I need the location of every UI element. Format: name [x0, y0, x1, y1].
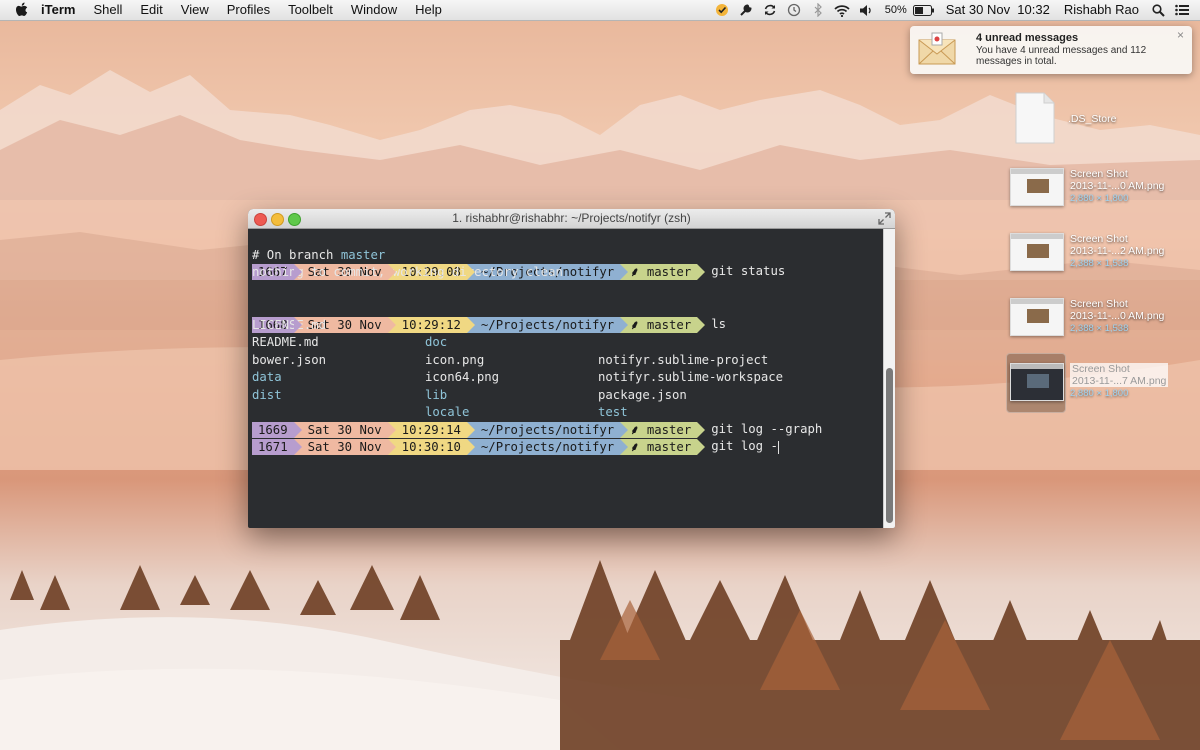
git-branch-icon: ⸙ [630, 440, 640, 454]
vertical-scrollbar[interactable] [883, 229, 895, 528]
desktop-file-screenshot-2[interactable]: Screen Shot 2013-11-...2 AM.png 2,388 × … [1010, 233, 1200, 293]
ls-entry: notifyr.sublime-workspace [598, 370, 784, 384]
desktop-file-name: Screen Shot 2013-11-...7 AM.png [1070, 363, 1169, 387]
bluetooth-icon[interactable] [810, 2, 826, 18]
close-icon[interactable]: × [1177, 28, 1184, 42]
desktop-file-dims: 2,880 × 1,800 [1070, 388, 1129, 399]
menu-view[interactable]: View [172, 0, 218, 20]
git-branch-icon: ⸙ [630, 317, 640, 332]
screenshot-thumbnail [1010, 298, 1064, 336]
wifi-icon[interactable] [834, 2, 850, 18]
desktop-file-name: Screen Shot 2013-11-...2 AM.png [1070, 233, 1165, 257]
command-text: git status [711, 264, 786, 279]
prompt-branch: ⸙ master [620, 264, 706, 280]
window-zoom-button[interactable] [288, 213, 301, 226]
sync-icon[interactable] [762, 2, 778, 18]
prompt-branch-name: master [646, 440, 692, 454]
wrench-icon[interactable] [738, 2, 754, 18]
prompt-date: Sat 30 Nov [293, 439, 396, 455]
notification-title: 4 unread messages [976, 32, 1079, 44]
spotlight-icon[interactable] [1150, 2, 1166, 18]
desktop-file-screenshot-1[interactable]: Screen Shot 2013-11-...0 AM.png 2,880 × … [1010, 168, 1200, 228]
text-cursor [777, 440, 779, 454]
notification-center-icon[interactable] [1174, 2, 1190, 18]
apple-icon[interactable] [12, 0, 32, 20]
document-icon [1015, 92, 1055, 144]
status-branch-name: master [340, 247, 386, 262]
prompt-history-number: 1671 [252, 439, 302, 455]
menu-shell[interactable]: Shell [84, 0, 131, 20]
prompt-line: 1667 Sat 30 Nov 10:29:08 ~/Projects/noti… [252, 229, 785, 280]
prompt-time: 10:30:10 [387, 439, 476, 455]
prompt-directory: ~/Projects/notifyr [466, 316, 629, 333]
menu-user[interactable]: Rishabh Rao [1057, 0, 1146, 20]
ls-entry: doc [425, 335, 448, 349]
screenshot-thumbnail [1010, 168, 1064, 206]
ls-row: dist locale [252, 369, 469, 420]
scrollbar-thumb[interactable] [886, 368, 893, 523]
prompt-directory: ~/Projects/notifyr [466, 439, 629, 455]
menu-clock[interactable]: Sat 30 Nov 10:32 [939, 0, 1057, 20]
active-prompt-line[interactable]: 1671 Sat 30 Nov 10:30:10 ~/Projects/noti… [252, 404, 779, 455]
ls-entry: icon.png [425, 352, 485, 367]
ls-row: LICENSE.md doc notifyr.sublime-project [252, 299, 768, 367]
battery-icon[interactable] [912, 2, 935, 18]
ls-row: data lib test [252, 352, 628, 419]
terminal-output[interactable]: 1667 Sat 30 Nov 10:29:08 ~/Projects/noti… [248, 229, 884, 528]
window-title: 1. rishabhr@rishabhr: ~/Projects/notifyr… [452, 211, 691, 225]
status-prefix: # On branch [252, 247, 341, 262]
prompt-branch-name: master [646, 317, 692, 332]
screenshot-thumbnail [1010, 233, 1064, 271]
menu-app-iterm[interactable]: iTerm [32, 0, 84, 20]
prompt-line: 1669 Sat 30 Nov 10:29:14 ~/Projects/noti… [252, 387, 822, 438]
fullscreen-icon[interactable] [878, 212, 891, 225]
screenshot-thumbnail [1010, 363, 1064, 401]
time-machine-icon[interactable] [786, 2, 802, 18]
menu-edit[interactable]: Edit [131, 0, 171, 20]
prompt-branch: ⸙ master [620, 439, 706, 455]
menu-bar: iTerm Shell Edit View Profiles Toolbelt … [0, 0, 1200, 21]
ls-entry: icon64.png [425, 370, 500, 384]
window-minimize-button[interactable] [271, 213, 284, 226]
menu-window[interactable]: Window [342, 0, 406, 20]
menu-toolbelt[interactable]: Toolbelt [279, 0, 342, 20]
prompt-branch-name: master [646, 265, 692, 279]
volume-icon[interactable] [858, 2, 874, 18]
prompt-line: 1668 Sat 30 Nov 10:29:12 ~/Projects/noti… [252, 282, 726, 333]
ls-entry: notifyr.sublime-project [598, 352, 769, 367]
iterm-window[interactable]: 1. rishabhr@rishabhr: ~/Projects/notifyr… [248, 209, 895, 528]
desktop-file-screenshot-3[interactable]: Screen Shot 2013-11-...0 AM.png 2,388 × … [1010, 298, 1200, 358]
desktop-file-name: Screen Shot 2013-11-...0 AM.png [1070, 168, 1165, 192]
git-branch-icon: ⸙ [630, 265, 640, 279]
menu-profiles[interactable]: Profiles [218, 0, 279, 20]
desktop-file-dims: 2,388 × 1,538 [1070, 258, 1129, 269]
desktop-file-screenshot-4[interactable]: Screen Shot 2013-11-...7 AM.png 2,880 × … [1006, 353, 1200, 423]
battery-percent[interactable]: 50% [878, 0, 909, 20]
notification-body: You have 4 unread messages and 112 messa… [976, 45, 1147, 67]
notification-banner[interactable]: 4 unread messages You have 4 unread mess… [910, 26, 1192, 74]
desktop-file-ds-store[interactable]: .DS_Store [1014, 92, 1200, 152]
command-input[interactable]: git log - [697, 438, 778, 456]
output-line: # On branch master [252, 247, 385, 265]
window-close-button[interactable] [254, 213, 267, 226]
menu-help[interactable]: Help [406, 0, 451, 20]
check-badge-icon[interactable] [714, 2, 730, 18]
desktop-file-name: .DS_Store [1068, 113, 1117, 125]
ls-row: README.md icon.png notifyr.sublime-works… [252, 317, 783, 384]
desktop-file-dims: 2,388 × 1,538 [1070, 323, 1129, 334]
mail-envelope-icon [918, 32, 956, 65]
prompt-branch: ⸙ master [620, 316, 706, 333]
window-titlebar[interactable]: 1. rishabhr@rishabhr: ~/Projects/notifyr… [248, 209, 895, 229]
desktop-file-dims: 2,880 × 1,800 [1070, 193, 1129, 204]
ls-row: bower.json icon64.png package.json [252, 334, 687, 402]
prompt-time: 10:29:12 [387, 316, 476, 333]
desktop-file-name: Screen Shot 2013-11-...0 AM.png [1070, 298, 1165, 322]
